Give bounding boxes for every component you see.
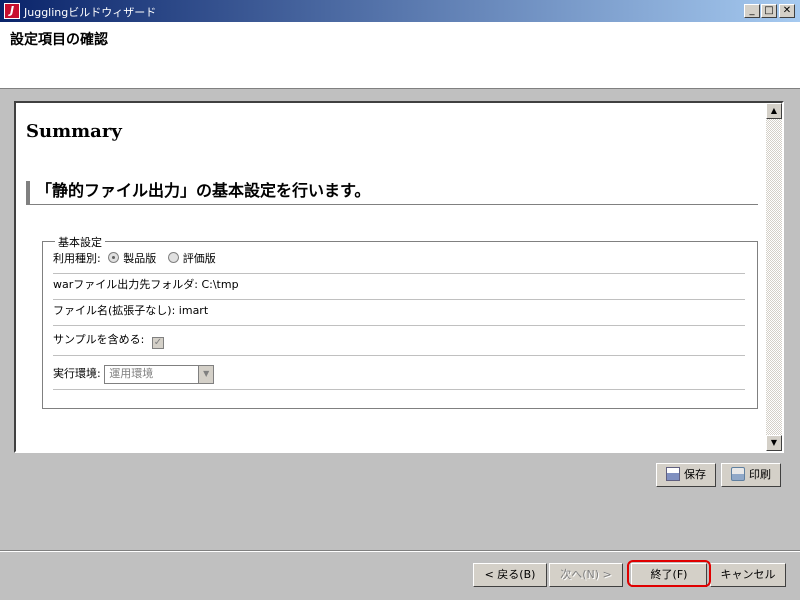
runtime-select-value: 運用環境: [109, 366, 154, 380]
back-label: < 戻る(B): [484, 568, 536, 581]
vertical-scrollbar[interactable]: ▲ ▼: [766, 103, 782, 451]
chevron-down-icon: ▼: [198, 365, 214, 383]
save-button[interactable]: 保存: [656, 463, 716, 487]
close-button[interactable]: ✕: [779, 4, 795, 18]
license-label: 利用種別:: [53, 252, 101, 265]
page-title: 設定項目の確認: [10, 32, 108, 48]
runtime-row: 実行環境: 運用環境 ▼: [53, 360, 745, 390]
license-trial-label: 評価版: [182, 252, 216, 265]
include-sample-row: サンプルを含める: ✓: [53, 326, 745, 356]
minimize-button[interactable]: _: [744, 4, 760, 18]
finish-highlight-annotation: [627, 560, 711, 587]
filename-row: ファイル名(拡張子なし): imart: [53, 300, 745, 326]
title-bar: J Jugglingビルドウィザード _ □ ✕: [0, 0, 800, 22]
war-output-value: C:\tmp: [201, 278, 239, 291]
window-title: Jugglingビルドウィザード: [24, 6, 157, 19]
save-label: 保存: [684, 468, 706, 481]
save-icon: [666, 467, 680, 481]
app-icon: J: [4, 3, 20, 19]
scroll-up-button[interactable]: ▲: [766, 103, 782, 119]
cancel-label: キャンセル: [720, 568, 776, 581]
runtime-label: 実行環境:: [53, 367, 101, 380]
print-button[interactable]: 印刷: [721, 463, 781, 487]
license-product-label: 製品版: [123, 252, 157, 265]
header-panel: 設定項目の確認: [0, 22, 800, 89]
basic-settings-group: 基本設定 利用種別: 製品版 評価版 warファイル出力先フォルダ: C:\tm…: [42, 234, 758, 409]
summary-heading: Summary: [26, 121, 122, 142]
war-output-row: warファイル出力先フォルダ: C:\tmp: [53, 274, 745, 300]
section-heading: 「静的ファイル出力」の基本設定を行います。: [26, 181, 758, 205]
runtime-select[interactable]: 運用環境 ▼: [104, 364, 215, 384]
filename-value: imart: [178, 304, 209, 317]
scroll-down-button[interactable]: ▼: [766, 435, 782, 451]
footer-separator: [0, 550, 800, 552]
include-sample-label: サンプルを含める:: [53, 333, 145, 346]
license-trial-radio[interactable]: [167, 252, 179, 263]
license-product-radio[interactable]: [108, 252, 120, 263]
back-button[interactable]: < 戻る(B): [473, 563, 547, 587]
include-sample-checkbox[interactable]: ✓: [151, 337, 164, 349]
print-icon: [731, 467, 745, 481]
next-button[interactable]: 次へ(N) >: [549, 563, 623, 587]
next-label: 次へ(N) >: [560, 568, 612, 581]
license-row: 利用種別: 製品版 評価版: [53, 248, 745, 274]
war-output-label: warファイル出力先フォルダ:: [53, 278, 198, 291]
maximize-button[interactable]: □: [761, 4, 777, 18]
cancel-button[interactable]: キャンセル: [710, 563, 786, 587]
content-panel: Summary 「静的ファイル出力」の基本設定を行います。 基本設定 利用種別:…: [14, 101, 784, 453]
filename-label: ファイル名(拡張子なし):: [53, 304, 176, 317]
print-label: 印刷: [749, 468, 771, 481]
